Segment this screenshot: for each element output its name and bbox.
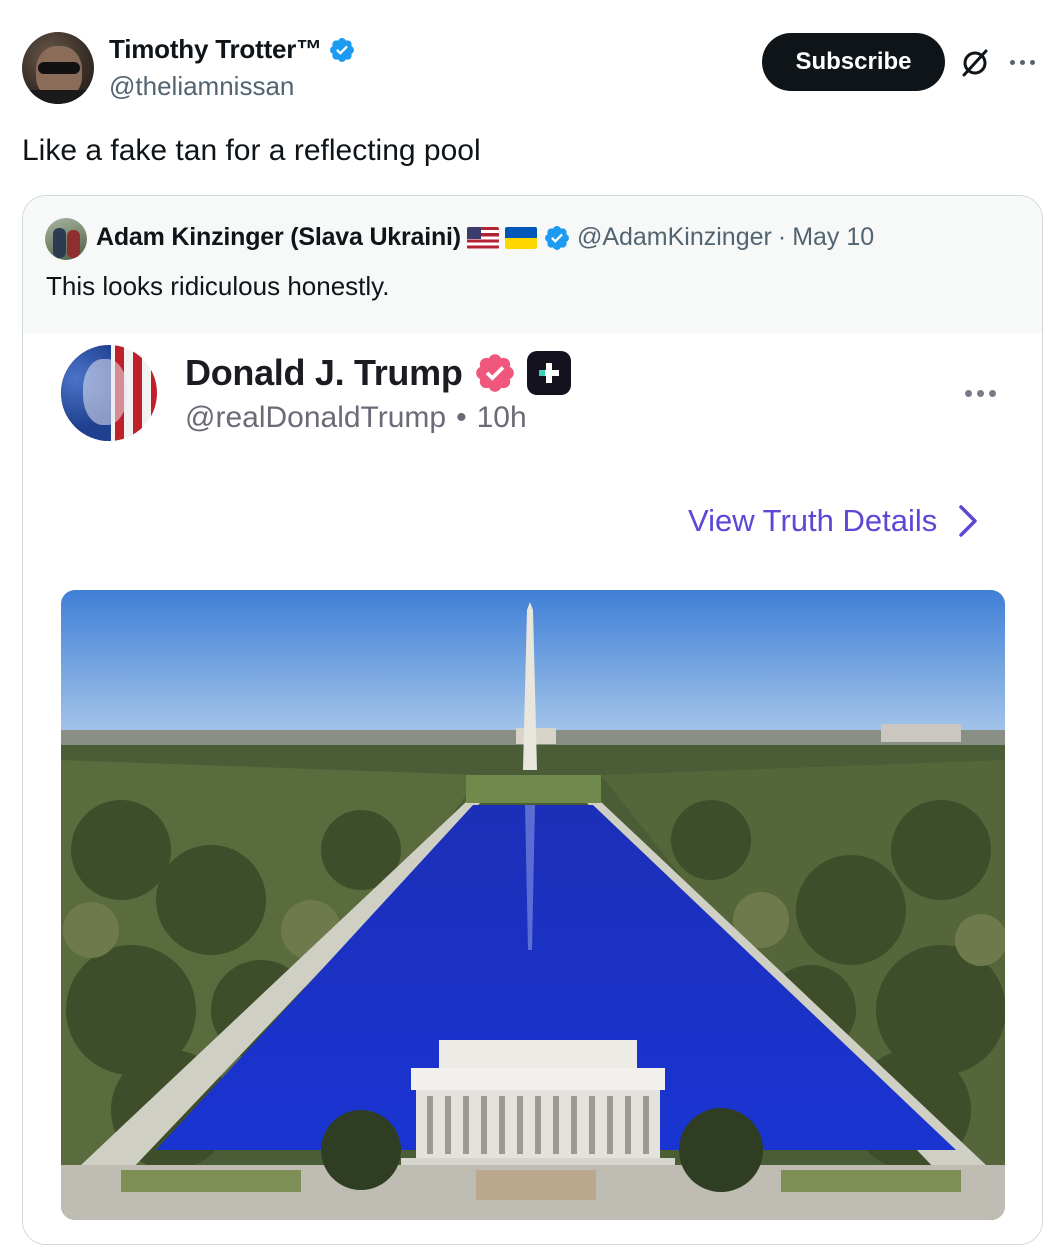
meta-separator: •: [456, 401, 467, 434]
tweet-text: Like a fake tan for a reflecting pool: [22, 134, 481, 167]
view-truth-details-label: View Truth Details: [688, 503, 938, 538]
truth-subline: @realDonaldTrump • 10h: [185, 401, 527, 435]
author-name[interactable]: Timothy Trotter™: [109, 34, 322, 65]
quote-author-name: Adam Kinzinger (Slava Ukraini): [96, 223, 461, 251]
truth-author-handle: @realDonaldTrump: [185, 401, 447, 434]
quoted-tweet-card[interactable]: Adam Kinzinger (Slava Ukraini) @AdamKinz…: [22, 195, 1043, 1245]
truth-name-row: Donald J. Trump: [185, 351, 571, 395]
quote-author-handle: @AdamKinzinger: [576, 223, 772, 251]
verified-badge-icon: [330, 37, 354, 62]
truth-plus-icon: [526, 351, 571, 395]
chevron-right-icon: [959, 505, 978, 537]
subscribe-button[interactable]: Subscribe: [762, 33, 945, 91]
quote-author-avatar: [45, 218, 87, 260]
meta-separator: ·: [777, 223, 787, 251]
more-icon[interactable]: [1010, 50, 1044, 74]
author-avatar[interactable]: [22, 32, 94, 104]
quote-header: Adam Kinzinger (Slava Ukraini) @AdamKinz…: [23, 196, 1042, 333]
truth-verified-icon: [475, 354, 514, 392]
more-icon: [965, 390, 996, 397]
verified-badge-icon: [544, 225, 569, 250]
flag-us-icon: [466, 226, 499, 249]
quote-text: This looks ridiculous honestly.: [46, 271, 390, 301]
author-handle[interactable]: @theliamnissan: [109, 71, 356, 102]
quote-date: May 10: [792, 223, 875, 251]
truth-author-name: Donald J. Trump: [185, 352, 463, 393]
truth-author-avatar: [61, 345, 157, 441]
author-block: Timothy Trotter™ @theliamnissan: [109, 34, 356, 102]
reflecting-pool-photo: [61, 590, 1005, 1220]
grok-icon[interactable]: [958, 46, 992, 80]
flag-ua-icon: [504, 226, 537, 249]
embedded-screenshot[interactable]: Donald J. Trump @realDonaldTrump • 10h V…: [23, 333, 1042, 1244]
view-truth-details-link[interactable]: View Truth Details: [688, 503, 979, 539]
truth-time: 10h: [476, 401, 527, 434]
quote-meta: Adam Kinzinger (Slava Ukraini) @AdamKinz…: [96, 223, 874, 252]
